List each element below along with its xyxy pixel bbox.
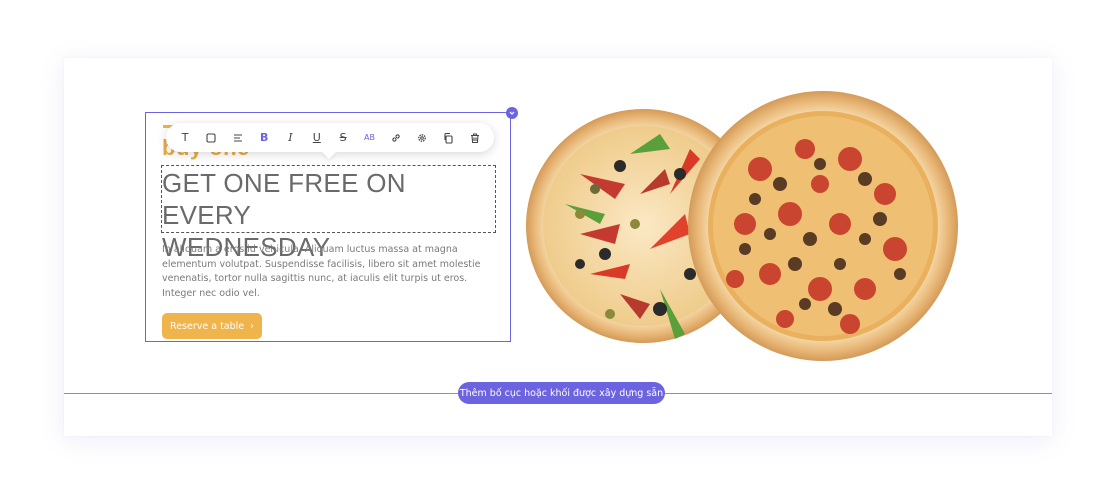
text-type-icon[interactable]: T xyxy=(175,128,195,148)
body-paragraph[interactable]: In aliquam a eros id vehicula. Aliquam l… xyxy=(162,243,500,301)
underline-glyph: U xyxy=(312,131,321,144)
text-color-glyph: AB xyxy=(363,133,375,142)
strikethrough-glyph: S xyxy=(339,131,347,144)
pizza-image xyxy=(526,91,958,361)
italic-glyph: I xyxy=(288,131,293,144)
chevron-right-icon: › xyxy=(250,320,254,332)
align-icon[interactable] xyxy=(228,128,248,148)
reserve-button-label: Reserve a table xyxy=(170,320,245,332)
add-layout-button[interactable]: Thêm bố cục hoặc khối được xây dựng sẵn xyxy=(458,382,665,404)
bold-glyph: B xyxy=(259,131,269,144)
underline-icon[interactable]: U xyxy=(307,128,327,148)
reserve-table-button[interactable]: Reserve a table › xyxy=(162,313,262,339)
delete-icon[interactable] xyxy=(465,128,485,148)
duplicate-icon[interactable] xyxy=(438,128,458,148)
text-color-icon[interactable]: AB xyxy=(359,128,379,148)
box-icon[interactable] xyxy=(201,128,221,148)
heading-line-1: GET ONE FREE ON EVERY xyxy=(162,168,406,230)
text-type-glyph: T xyxy=(181,131,189,144)
strikethrough-icon[interactable]: S xyxy=(333,128,353,148)
italic-icon[interactable]: I xyxy=(280,128,300,148)
settings-icon[interactable] xyxy=(412,128,432,148)
link-icon[interactable] xyxy=(386,128,406,148)
block-handle-icon[interactable] xyxy=(506,107,518,119)
text-format-toolbar: T B I U S AB xyxy=(166,123,494,152)
bold-icon[interactable]: B xyxy=(254,128,274,148)
